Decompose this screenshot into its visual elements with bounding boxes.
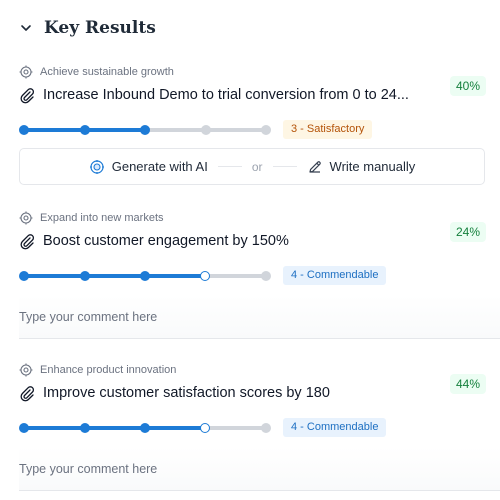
slider-step-dot[interactable] bbox=[79, 125, 90, 135]
key-result-title[interactable]: Increase Inbound Demo to trial conversio… bbox=[43, 87, 409, 103]
progress-percent-badge: 44% bbox=[449, 374, 486, 394]
write-manually-label: Write manually bbox=[329, 159, 416, 174]
rating-slider[interactable]: 4 - Commendable bbox=[19, 418, 500, 438]
slider-step-dot[interactable] bbox=[19, 125, 29, 135]
progress-percent-badge: 40% bbox=[449, 76, 486, 96]
target-icon bbox=[19, 363, 33, 377]
key-result-card: Enhance product innovation Improve custo… bbox=[19, 362, 500, 438]
slider-fill bbox=[24, 274, 206, 278]
slider-step-dot[interactable] bbox=[200, 271, 210, 281]
comment-input[interactable] bbox=[19, 462, 459, 476]
key-result-title-row: Increase Inbound Demo to trial conversio… bbox=[19, 84, 500, 106]
objective-label: Achieve sustainable growth bbox=[40, 66, 174, 78]
key-result-card: Expand into new markets Boost customer e… bbox=[19, 210, 500, 286]
paperclip-icon bbox=[19, 385, 36, 402]
paperclip-icon bbox=[19, 87, 36, 104]
key-result-card: Achieve sustainable growth Increase Inbo… bbox=[19, 64, 500, 140]
slider-step-dot[interactable] bbox=[79, 423, 90, 433]
comment-field[interactable] bbox=[19, 295, 500, 339]
slider-step-dot[interactable] bbox=[19, 423, 29, 433]
objective-label: Enhance product innovation bbox=[40, 364, 177, 376]
comment-generator: Generate with AI or Write manually bbox=[19, 148, 485, 185]
section-header[interactable]: Key Results bbox=[18, 14, 156, 42]
generate-with-ai-button[interactable]: Generate with AI bbox=[89, 159, 208, 175]
key-result-title-row: Improve customer satisfaction scores by … bbox=[19, 382, 500, 404]
slider-step-dot[interactable] bbox=[19, 271, 29, 281]
objective-row: Achieve sustainable growth bbox=[19, 64, 500, 80]
slider-step-dot[interactable] bbox=[140, 125, 150, 135]
rating-badge: 4 - Commendable bbox=[283, 266, 387, 285]
chevron-down-icon[interactable] bbox=[18, 20, 34, 36]
slider-step-dot[interactable] bbox=[200, 125, 211, 135]
rating-badge: 4 - Commendable bbox=[283, 418, 387, 437]
or-label: or bbox=[251, 159, 263, 174]
section-title: Key Results bbox=[44, 18, 156, 38]
objective-row: Expand into new markets bbox=[19, 210, 500, 226]
key-result-title-row: Boost customer engagement by 150% bbox=[19, 230, 500, 252]
objective-label: Expand into new markets bbox=[40, 212, 164, 224]
comment-input[interactable] bbox=[19, 310, 459, 324]
key-result-title[interactable]: Improve customer satisfaction scores by … bbox=[43, 385, 330, 401]
paperclip-icon bbox=[19, 233, 36, 250]
rating-slider[interactable]: 4 - Commendable bbox=[19, 266, 500, 286]
slider-step-dot[interactable] bbox=[261, 271, 271, 281]
key-result-title[interactable]: Boost customer engagement by 150% bbox=[43, 233, 289, 249]
rating-slider[interactable]: 3 - Satisfactory bbox=[19, 120, 500, 140]
slider-step-dot[interactable] bbox=[200, 423, 210, 433]
slider-step-dot[interactable] bbox=[261, 125, 271, 135]
generate-with-ai-label: Generate with AI bbox=[111, 159, 208, 174]
objective-row: Enhance product innovation bbox=[19, 362, 500, 378]
rating-badge: 3 - Satisfactory bbox=[283, 120, 373, 139]
slider-step-dot[interactable] bbox=[140, 423, 150, 433]
target-icon bbox=[19, 65, 33, 79]
comment-field[interactable] bbox=[19, 447, 500, 491]
divider bbox=[272, 166, 297, 167]
slider-step-dot[interactable] bbox=[140, 271, 150, 281]
slider-fill bbox=[24, 426, 206, 430]
slider-step-dot[interactable] bbox=[79, 271, 90, 281]
write-manually-button[interactable]: Write manually bbox=[307, 159, 416, 175]
progress-percent-badge: 24% bbox=[449, 222, 486, 242]
sparkle-target-icon bbox=[89, 159, 105, 175]
target-icon bbox=[19, 211, 33, 225]
pencil-icon bbox=[307, 159, 323, 175]
slider-step-dot[interactable] bbox=[261, 423, 271, 433]
divider bbox=[217, 166, 242, 167]
